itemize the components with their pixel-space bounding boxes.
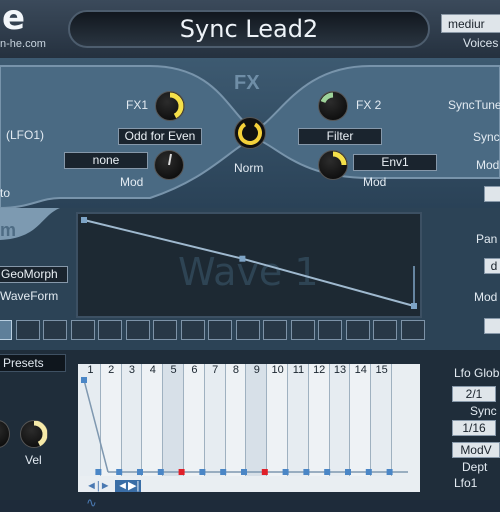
lfo-step-node[interactable] [303, 469, 310, 475]
mod-right-knob[interactable] [318, 150, 348, 180]
wave-step-slot[interactable] [98, 320, 122, 340]
sync-label-right: Sync [473, 130, 500, 144]
fx2-label: FX 2 [356, 98, 382, 112]
wave-step-slot[interactable] [290, 320, 315, 340]
pan-label: Pan [476, 232, 498, 246]
lfo-step-node[interactable] [261, 469, 268, 475]
fx2-mode-select[interactable]: Filter [298, 128, 382, 145]
mod-left-knob-pointer-icon [168, 153, 172, 166]
lfo-start-node[interactable] [81, 377, 87, 383]
mod-right-knob-arc-icon [332, 151, 347, 166]
lfo-step-grid[interactable]: 1 2 3 4 5 6 7 8 9 10 11 12 13 14 15 ◄|► ◄▶| ∿ [78, 364, 420, 510]
lfo-step-node[interactable] [95, 469, 102, 475]
lfo1-label: (LFO1) [6, 128, 45, 142]
mod-right-label: Mod [363, 175, 387, 189]
step-row [0, 320, 425, 342]
wave-point[interactable] [239, 255, 246, 262]
lfo-modv-select[interactable]: ModV [452, 442, 500, 458]
lfo-step-node[interactable] [137, 469, 143, 475]
wave-step-slot[interactable] [0, 320, 12, 340]
geomorph-select[interactable]: GeoMorph [0, 266, 68, 283]
lfo-step-node[interactable] [178, 469, 185, 475]
lfo-step-node[interactable] [345, 469, 351, 475]
lfo-global-label: Lfo Glob [454, 366, 500, 380]
lfo-division-select[interactable]: 1/16 [452, 420, 496, 436]
lfo1-target-label: Lfo1 [454, 476, 478, 490]
lfo-step-node[interactable] [157, 469, 164, 475]
mod-label-right: Mod [476, 158, 500, 172]
wave-step-slot[interactable] [70, 320, 95, 340]
pan-select[interactable]: d [484, 258, 500, 274]
fx2-knob-arc-icon [320, 92, 334, 104]
lfo-step-curve [81, 377, 408, 475]
fx-title: FX [234, 72, 260, 94]
waveform-label: WaveForm [0, 289, 59, 303]
wave-step-slot[interactable] [318, 320, 342, 340]
fx1-knob-arc-icon [169, 92, 184, 119]
lfo-step-node[interactable] [282, 469, 289, 475]
wave-step-slot[interactable] [263, 320, 287, 340]
mod-left-knob[interactable] [154, 150, 184, 180]
left-partial-label: to [0, 186, 11, 200]
lfo-nav-controls: ◄|► ◄▶| ∿ [86, 476, 156, 510]
vel-knob[interactable] [20, 420, 48, 448]
fx1-knob[interactable] [155, 91, 185, 121]
lfo-step-node[interactable] [386, 469, 393, 475]
wave-step-slot[interactable] [153, 320, 177, 340]
mod-label-wave: Mod [474, 290, 498, 304]
wave-step-slot[interactable] [400, 320, 425, 340]
lfo-rate-select[interactable]: 2/1 [452, 386, 496, 402]
mod-left-label: Mod [120, 175, 144, 189]
mod-right-select[interactable]: Env1 [353, 154, 437, 171]
lfo-step-node[interactable] [199, 469, 206, 475]
preset-name-display[interactable]: Sync Lead2 [68, 10, 430, 48]
logo: e [2, 0, 26, 38]
lfo-step-node[interactable] [241, 469, 247, 475]
lfo-step-node[interactable] [220, 469, 227, 475]
norm-knob[interactable] [234, 117, 266, 149]
right-field-1[interactable] [484, 186, 500, 202]
lfo-step-node[interactable] [116, 469, 123, 475]
right-field-2[interactable] [484, 318, 500, 334]
lfo-depth-label: Dept [462, 460, 488, 474]
lfo-presets-select[interactable]: Presets [0, 354, 66, 372]
wave-envelope[interactable] [78, 214, 420, 316]
voices-select[interactable]: mediur [441, 14, 500, 33]
wave-step-slot[interactable] [235, 320, 260, 340]
waveform-section-label: m [0, 220, 17, 240]
wave-step-slot[interactable] [15, 320, 40, 340]
wave-point[interactable] [81, 217, 87, 223]
norm-knob-ring-icon [238, 121, 262, 145]
fx2-knob[interactable] [318, 91, 348, 121]
wave-step-slot[interactable] [373, 320, 397, 340]
vel-knob-arc-icon [33, 420, 48, 447]
fx1-mode-select[interactable]: Odd for Even [118, 128, 202, 145]
wave-line [83, 219, 415, 307]
lfo-step-node[interactable] [324, 469, 331, 475]
step-left-right-icon[interactable]: ◄|► [86, 480, 111, 492]
wave-step-slot[interactable] [180, 320, 205, 340]
mod-left-select[interactable]: none [64, 152, 148, 169]
vel-label: Vel [25, 453, 42, 467]
lfo-step-node[interactable] [365, 469, 372, 475]
wave-step-slot[interactable] [125, 320, 150, 340]
lfo-sync-label: Sync [470, 404, 497, 418]
synctune-label: SyncTune [448, 98, 500, 112]
lfo-global-column: Lfo Glob 2/1 Sync 1/16 ModV Dept Lfo1 [440, 360, 500, 500]
logo-url: n-he.com [0, 38, 46, 50]
wave-step-slot[interactable] [345, 320, 370, 340]
norm-label: Norm [234, 161, 264, 175]
wave-shape-icon[interactable]: ∿ [86, 495, 97, 510]
wave-step-slot[interactable] [208, 320, 232, 340]
fx1-label: FX1 [126, 98, 149, 112]
voices-label: Voices [463, 36, 499, 50]
wave-step-slot[interactable] [43, 320, 67, 340]
step-shift-icon[interactable]: ◄▶| [115, 480, 142, 492]
